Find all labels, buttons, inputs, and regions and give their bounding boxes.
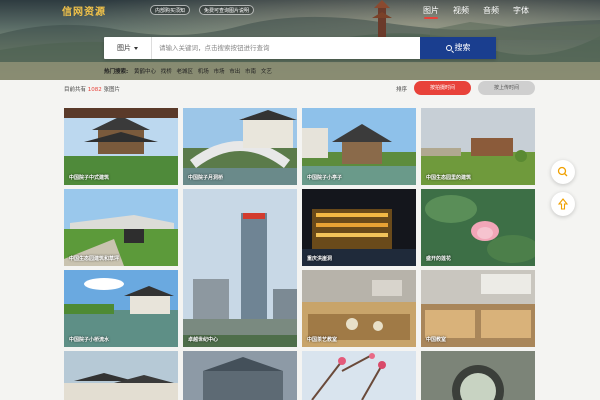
image-tile[interactable]: 中国院子小桥流水 [64, 270, 178, 347]
image-caption: 中国院子中式建筑 [69, 175, 110, 181]
search-bar: 图片 搜索 [104, 37, 496, 59]
site-logo[interactable]: 信网资源 [62, 3, 106, 18]
image-thumbnail [421, 351, 535, 400]
image-caption: 中国生态园里的建筑 [426, 175, 472, 181]
result-count-prefix: 目前共有 [64, 87, 87, 93]
image-tile[interactable] [64, 351, 178, 400]
image-tile[interactable]: 中国茶艺教室 [302, 270, 416, 347]
back-to-top-button[interactable] [551, 192, 575, 216]
top-bar: 信网资源 内部购买须知 免费可查询图片说明 图片 视频 音频 字体 [0, 0, 600, 20]
nav-tab-audio[interactable]: 音频 [483, 5, 499, 16]
image-tile[interactable]: 中国生态园建筑和草坪 [64, 189, 178, 266]
hot-search-label: 热门搜索: [104, 69, 129, 75]
image-caption: 重庆洪崖洞 [307, 256, 333, 262]
search-input[interactable] [159, 37, 414, 59]
nav-tab-fonts[interactable]: 字体 [513, 5, 529, 16]
image-thumbnail [302, 351, 416, 400]
hot-keyword[interactable]: 机场 [198, 69, 209, 75]
image-caption: 中国院子小桥流水 [69, 337, 110, 343]
image-caption: 中国生态园建筑和草坪 [69, 256, 120, 262]
image-tile[interactable] [183, 351, 297, 400]
hot-keyword[interactable]: 文艺 [261, 69, 272, 75]
result-count-number: 1082 [87, 87, 102, 93]
image-thumbnail [183, 189, 297, 347]
image-tile[interactable] [302, 351, 416, 400]
image-tile[interactable]: 中国院子小亭子 [302, 108, 416, 185]
image-caption: 卓越世纪中心 [188, 337, 219, 343]
image-tile[interactable]: 卓越世纪中心 [183, 189, 297, 347]
hot-keyword[interactable]: 市场 [214, 69, 225, 75]
image-tile[interactable]: 中国教室 [421, 270, 535, 347]
image-caption: 中国院子月洞桥 [188, 175, 224, 181]
sort-by-upload-time-button[interactable]: 按上传时间 [478, 81, 535, 95]
nav-tab-videos[interactable]: 视频 [453, 5, 469, 16]
image-tile[interactable]: 中国院子月洞桥 [183, 108, 297, 185]
hot-keyword[interactable]: 市南 [245, 69, 256, 75]
hot-keyword[interactable]: 老城区 [176, 69, 193, 75]
search-type-select[interactable]: 图片 [104, 37, 152, 59]
top-icon [557, 198, 569, 210]
nav-tab-images[interactable]: 图片 [423, 5, 439, 19]
image-thumbnail [183, 351, 297, 400]
image-caption: 中国茶艺教室 [307, 337, 338, 343]
result-count: 目前共有 1082 张图片 [64, 85, 120, 93]
image-caption: 中国教室 [426, 337, 447, 343]
image-tile[interactable]: 盛开的莲花 [421, 189, 535, 266]
search-button-label: 搜索 [454, 43, 471, 52]
sort-label: 排序 [396, 87, 408, 93]
result-count-suffix: 张图片 [103, 87, 121, 93]
image-caption: 盛开的莲花 [426, 256, 452, 262]
image-tile[interactable]: 中国院子中式建筑 [64, 108, 178, 185]
hot-keyword[interactable]: 找桥 [161, 69, 172, 75]
search-button[interactable]: 搜索 [420, 37, 496, 59]
image-caption: 中国院子小亭子 [307, 175, 343, 181]
free-query-tag[interactable]: 免费可查询图片说明 [199, 5, 255, 15]
image-tile[interactable]: 重庆洪崖洞 [302, 189, 416, 266]
search-type-label: 图片 [117, 44, 131, 52]
image-tile[interactable]: 中国生态园里的建筑 [421, 108, 535, 185]
image-tile[interactable] [421, 351, 535, 400]
float-search-button[interactable] [551, 160, 575, 184]
hot-keyword[interactable]: 黄鹤中心 [134, 69, 156, 75]
search-icon [557, 166, 568, 177]
purchase-notice-tag[interactable]: 内部购买须知 [150, 5, 191, 15]
image-thumbnail [64, 351, 178, 400]
sort-by-shoot-time-button[interactable]: 按拍摄时间 [414, 81, 471, 95]
chevron-down-icon [134, 46, 138, 50]
hot-searches: 热门搜索: 黄鹤中心 找桥 老城区 机场 市场 市出 市南 文艺 [104, 67, 275, 75]
hot-keyword[interactable]: 市出 [229, 69, 240, 75]
search-icon [445, 45, 452, 51]
